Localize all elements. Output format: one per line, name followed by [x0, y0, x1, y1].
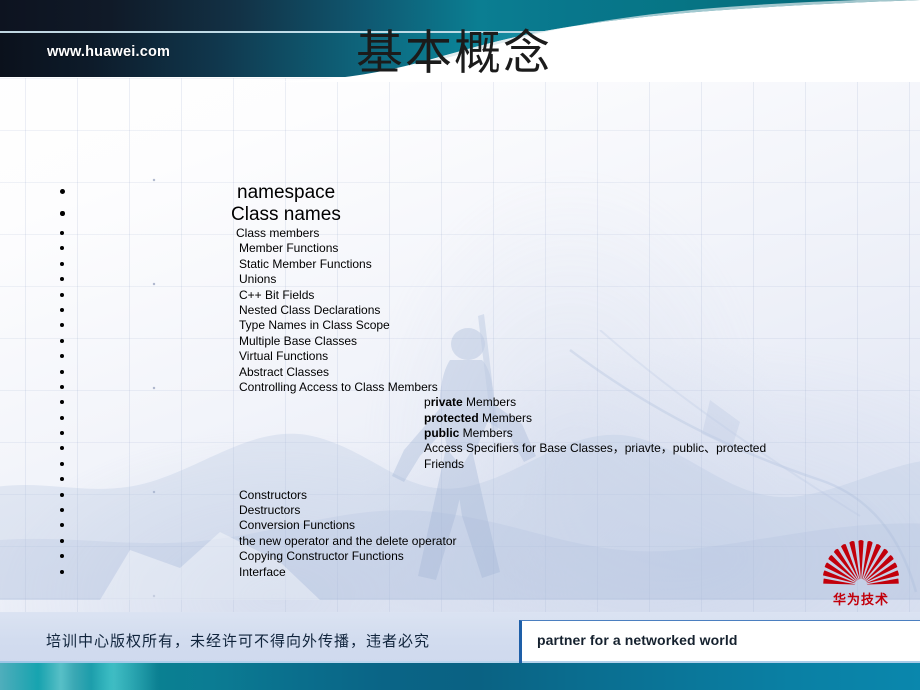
bullet-icon — [60, 492, 64, 497]
list-item-label: Static Member Functions — [239, 256, 372, 271]
list-item-label: Copying Constructor Functions — [239, 549, 404, 564]
list-item: Multiple Base Classes — [0, 334, 920, 349]
logo-caption: 华为技术 — [832, 593, 889, 608]
huawei-flower-icon — [822, 540, 900, 585]
list-item-label: Member Functions — [239, 241, 339, 256]
list-item-label: Access Specifiers for Base Classes，priav… — [424, 441, 767, 456]
huawei-logo: 华为技术 — [818, 532, 904, 612]
list-item: Destructors — [0, 503, 920, 518]
list-item-label: namespace — [237, 182, 336, 203]
footer-strip-highlight — [0, 663, 380, 690]
list-item-label: Multiple Base Classes — [239, 333, 358, 348]
list-item: Static Member Functions — [0, 257, 920, 272]
list-item-label: Controlling Access to Class Members — [239, 379, 438, 394]
page-title: 基本概念 — [356, 26, 552, 81]
list-item: Constructors — [0, 488, 920, 503]
footer-copyright: 培训中心版权所有，未经许可不得向外传播，违者必究 — [46, 632, 431, 650]
bullet-icon — [60, 323, 64, 328]
list-item: Copying Constructor Functions — [0, 549, 920, 564]
list-item: public Members — [0, 426, 920, 441]
list-item-label: Destructors — [239, 503, 301, 518]
list-item — [0, 472, 920, 487]
site-url-label: www.huawei.com — [47, 44, 171, 60]
bullet-icon — [60, 261, 64, 266]
list-item: Nested Class Declarations — [0, 303, 920, 318]
list-item-label: Type Names in Class Scope — [239, 318, 390, 333]
content-bullet-list: namespace Class names Class members Member … — [0, 182, 920, 580]
tagline-text: partner for a networked world — [537, 632, 738, 648]
list-item-label: C++ Bit Fields — [239, 287, 315, 302]
bullet-icon — [60, 415, 64, 420]
list-item-label: protected Members — [424, 410, 533, 425]
slide-header: www.huawei.com 基本概念 — [0, 0, 920, 82]
bullet-icon — [60, 189, 65, 194]
list-item: the new operator and the delete operator — [0, 534, 920, 549]
list-item-label: Conversion Functions — [239, 518, 356, 533]
list-item-label: private Members — [424, 395, 517, 410]
list-item-label: Abstract Classes — [239, 364, 330, 379]
list-item: namespace — [0, 182, 920, 204]
bullet-icon — [60, 446, 64, 451]
list-item-label: Nested Class Declarations — [239, 302, 381, 317]
list-item: Type Names in Class Scope — [0, 318, 920, 333]
bullet-icon — [60, 400, 64, 405]
bullet-icon — [60, 354, 64, 359]
list-item: Member Functions — [0, 241, 920, 256]
list-item-label: the new operator and the delete operator — [239, 533, 457, 548]
bullet-icon — [60, 384, 64, 389]
bullet-icon — [60, 231, 64, 235]
list-item-label: Class names — [231, 204, 341, 225]
list-item: protected Members — [0, 411, 920, 426]
bullet-icon — [60, 554, 64, 559]
bullet-icon — [60, 211, 65, 216]
list-item-label: public Members — [424, 426, 513, 441]
bullet-icon — [60, 431, 64, 436]
bullet-icon — [60, 277, 64, 282]
bullet-icon — [60, 338, 64, 343]
list-item-label: Unions — [239, 272, 277, 287]
list-item: private Members — [0, 395, 920, 410]
list-item: Abstract Classes — [0, 365, 920, 380]
list-item: Unions — [0, 272, 920, 287]
list-item-label: Interface — [239, 564, 286, 579]
list-item: Conversion Functions — [0, 518, 920, 533]
bullet-icon — [60, 246, 64, 251]
list-item: Virtual Functions — [0, 349, 920, 364]
list-item: Interface — [0, 565, 920, 580]
list-item: Controlling Access to Class Members — [0, 380, 920, 395]
list-item: Friends — [0, 457, 920, 472]
list-item-label: Constructors — [239, 487, 308, 502]
bullet-icon — [60, 461, 64, 466]
list-item: Class members — [0, 226, 920, 241]
bullet-icon — [60, 307, 64, 312]
presentation-slide: www.huawei.com 基本概念 namespace Class names… — [0, 0, 920, 690]
list-item: Class names — [0, 204, 920, 226]
bullet-icon — [60, 369, 64, 374]
bullet-icon — [60, 523, 64, 528]
bullet-icon — [60, 569, 64, 574]
list-item: Access Specifiers for Base Classes，priav… — [0, 441, 920, 456]
bullet-icon — [60, 508, 64, 513]
list-item-label: Virtual Functions — [239, 349, 329, 364]
bullet-icon — [60, 292, 64, 297]
bullet-icon — [60, 538, 64, 543]
list-item-label: Class members — [236, 226, 320, 240]
bullet-icon — [60, 477, 64, 482]
list-item: C++ Bit Fields — [0, 288, 920, 303]
list-item-label: Friends — [424, 456, 465, 471]
